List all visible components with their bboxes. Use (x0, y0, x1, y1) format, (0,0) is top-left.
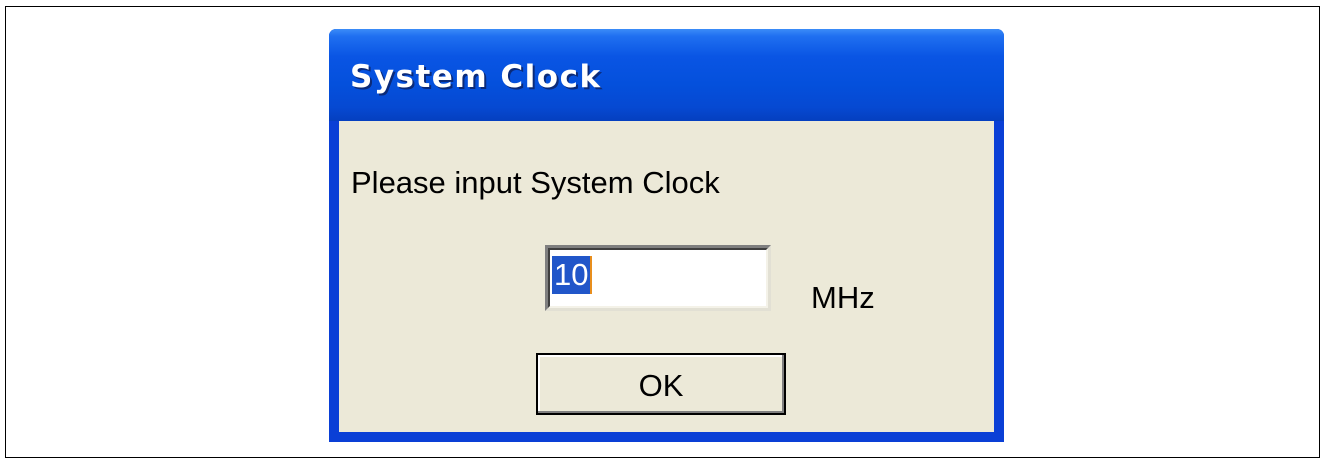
window-title: System Clock (350, 59, 602, 95)
text-caret (590, 256, 592, 294)
ok-button[interactable]: OK (536, 353, 786, 415)
system-clock-input[interactable]: 10 (545, 245, 771, 311)
unit-label: MHz (811, 280, 875, 315)
dialog-body: Please input System Clock 10 MHz OK (339, 121, 994, 432)
system-clock-dialog: System Clock Please input System Clock 1… (329, 29, 1004, 442)
ok-button-label: OK (638, 368, 684, 403)
prompt-label: Please input System Clock (351, 165, 720, 200)
input-inner-border: 10 (548, 248, 768, 308)
title-bar[interactable]: System Clock (329, 29, 1004, 121)
system-clock-value: 10 (552, 256, 591, 294)
